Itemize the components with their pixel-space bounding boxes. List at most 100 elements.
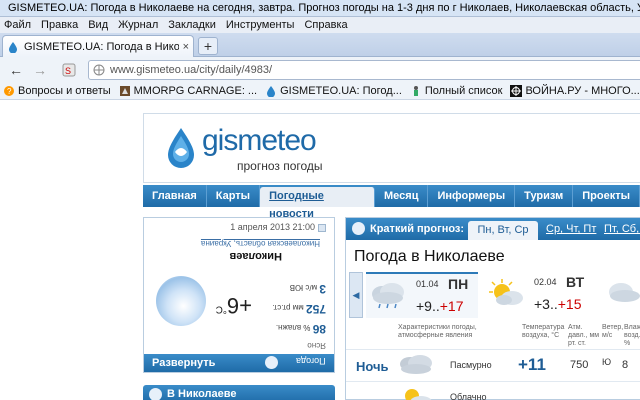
globe-icon [93,64,105,76]
current-pressure: 752 мм рт.ст. [272,302,326,316]
bookmark-item[interactable]: Полный список [410,85,503,97]
tab-fri-sat-sun[interactable]: Пт, Сб, Вс [604,223,640,235]
forecast-header-title: Краткий прогноз: [370,223,465,235]
current-temperature: +6°C [216,292,252,318]
humidity-unit: % влажн. [275,323,311,332]
bookmark-item[interactable]: ВОЙНА.РУ - МНОГО... [510,85,640,97]
pressure-unit: мм рт.ст. [272,303,304,312]
current-city: Николаев [229,250,283,262]
current-wind: 3 м/с ЮВ [290,282,326,296]
weather-label: Погода [296,356,326,366]
svg-text:S: S [65,66,71,76]
forecast-days: ◀ 01.04 ПН +9..+17 02.04 ВТ +3..+15 [346,270,640,320]
bookmarks-toolbar: ? Вопросы и ответы MMORPG CARNAGE: ... G… [0,83,640,100]
nav-projects[interactable]: Проекты [573,185,640,207]
in-city-widget-header[interactable]: В Николаеве [143,385,335,400]
gismeteo-favicon-icon [267,86,276,97]
gismeteo-logo-drop-icon[interactable] [164,126,198,170]
datetime-text: 1 апреля 2013 21:00 [230,222,315,232]
back-button[interactable]: ← [6,60,26,80]
day-card[interactable]: 01.04 ПН +9..+17 [366,272,478,318]
day-temp-max: +15 [557,296,582,312]
row-pressure: 750 [570,359,589,371]
gismeteo-favicon-icon [9,41,17,53]
day-temp-range: +9..+17 [416,298,464,314]
menu-help[interactable]: Справка [304,19,347,31]
day-card[interactable] [601,272,640,318]
bookmark-label: Полный список [424,85,503,97]
svg-text:?: ? [7,87,12,96]
site-tagline: прогноз погоды [237,159,323,173]
tab-label: GISMETEO.UA: Погода в Николаеве на ... [24,40,179,53]
nav-tourism[interactable]: Туризм [515,185,574,207]
new-tab-button[interactable]: + [198,37,218,55]
current-humidity: 86 % влажн. [276,322,326,336]
row-condition: Пасмурно [450,360,492,370]
crosshair-icon [510,85,523,97]
menu-file[interactable]: Файл [4,19,31,31]
tab-gismeteo[interactable]: GISMETEO.UA: Погода в Николаеве на ... × [2,35,194,57]
in-city-title: В Николаеве [167,388,237,400]
bookmark-item[interactable]: GISMETEO.UA: Погод... [265,85,402,97]
row-condition: Облачно [450,392,487,400]
menu-view[interactable]: Вид [88,19,108,31]
day-card[interactable]: 02.04 ВТ +3..+15 [484,272,596,318]
menu-bookmarks[interactable]: Закладки [168,19,216,31]
menu-edit[interactable]: Правка [41,19,78,31]
day-temp-min: +3.. [534,296,558,312]
day-temp-range: +3..+15 [534,296,582,312]
carnage-icon [119,86,130,96]
window-titlebar: GISMETEO.UA: Погода в Николаеве на сегод… [0,0,640,17]
addon-icon[interactable]: S [62,63,76,77]
sun-cloud-icon [405,389,432,400]
current-weather-widget: 1 апреля 2013 21:00 Ясно 86 % влажн. 752… [143,217,335,373]
cloud-rain-icon [372,283,404,309]
gismeteo-mark-icon [265,356,278,369]
clear-moon-icon [156,276,206,326]
web-page: gismeteo прогноз погоды Главная Карты По… [0,101,640,400]
current-condition: Ясно [307,341,326,350]
nav-informers[interactable]: Информеры [428,185,516,207]
expand-link[interactable]: Развернуть [152,357,215,369]
url-text: www.gismeteo.ua/city/daily/4983/ [110,64,273,76]
site-logo[interactable]: gismeteo [202,124,317,158]
current-region-link[interactable]: Николаевская область, Украина [201,239,320,248]
day-of-week: ПН [448,276,469,292]
bookmark-label: GISMETEO.UA: Погод... [280,85,402,97]
bookmark-label: ВОЙНА.РУ - МНОГО... [525,85,640,97]
forecast-row: Облачно [346,382,640,400]
tab-wed-thu-fri[interactable]: Ср, Чт, Пт [546,223,596,235]
bookmark-item[interactable]: MMORPG CARNAGE: ... [119,85,257,97]
current-weather-footer: Развернуть Погода [144,354,334,372]
day-date: 02.04 [534,277,557,287]
nav-maps[interactable]: Карты [207,185,261,207]
window-title: GISMETEO.UA: Погода в Николаеве на сегод… [8,2,640,14]
sun-cloud-icon [489,279,523,305]
temperature-unit: °C [215,303,227,315]
row-temperature: +11 [518,355,546,374]
pressure-value: 752 [305,302,326,316]
calendar-icon [318,223,326,232]
menu-tools[interactable]: Инструменты [226,19,295,31]
forecast-header: Краткий прогноз: Пн, Вт, Ср Ср, Чт, Пт П… [346,218,640,240]
menu-history[interactable]: Журнал [118,19,158,31]
nav-home[interactable]: Главная [143,185,207,207]
header-pressure: Атм. давл., мм рт. ст. [568,324,600,347]
bookmark-item[interactable]: ? Вопросы и ответы [3,85,111,97]
header-conditions: Характеристики погоды, атмосферные явлен… [398,324,477,339]
header-wind: Ветер, м/с [602,324,624,339]
forward-button[interactable]: → [30,60,50,80]
row-wind-direction: Ю [602,357,612,367]
address-bar[interactable]: www.gismeteo.ua/city/daily/4983/ [88,60,640,80]
previous-arrow-icon[interactable]: ◀ [349,272,363,318]
nav-month[interactable]: Месяц [375,185,429,207]
site-navigation: Главная Карты Погодные новости Месяц Инф… [143,185,640,220]
overcast-cloud-icon [400,355,432,374]
short-forecast-widget: Краткий прогноз: Пн, Вт, Ср Ср, Чт, Пт П… [345,217,640,400]
wind-unit: м/с [305,283,318,292]
close-tab-icon[interactable]: × [183,41,189,53]
tab-mon-tue-wed[interactable]: Пн, Вт, Ср [468,221,538,240]
navigation-bar: ← → S www.gismeteo.ua/city/daily/4983/ [0,57,640,83]
forecast-row-night: Ночь Пасмурно +11 750 Ю 8 [346,350,640,380]
nav-weather-news[interactable]: Погодные новости [260,187,376,220]
